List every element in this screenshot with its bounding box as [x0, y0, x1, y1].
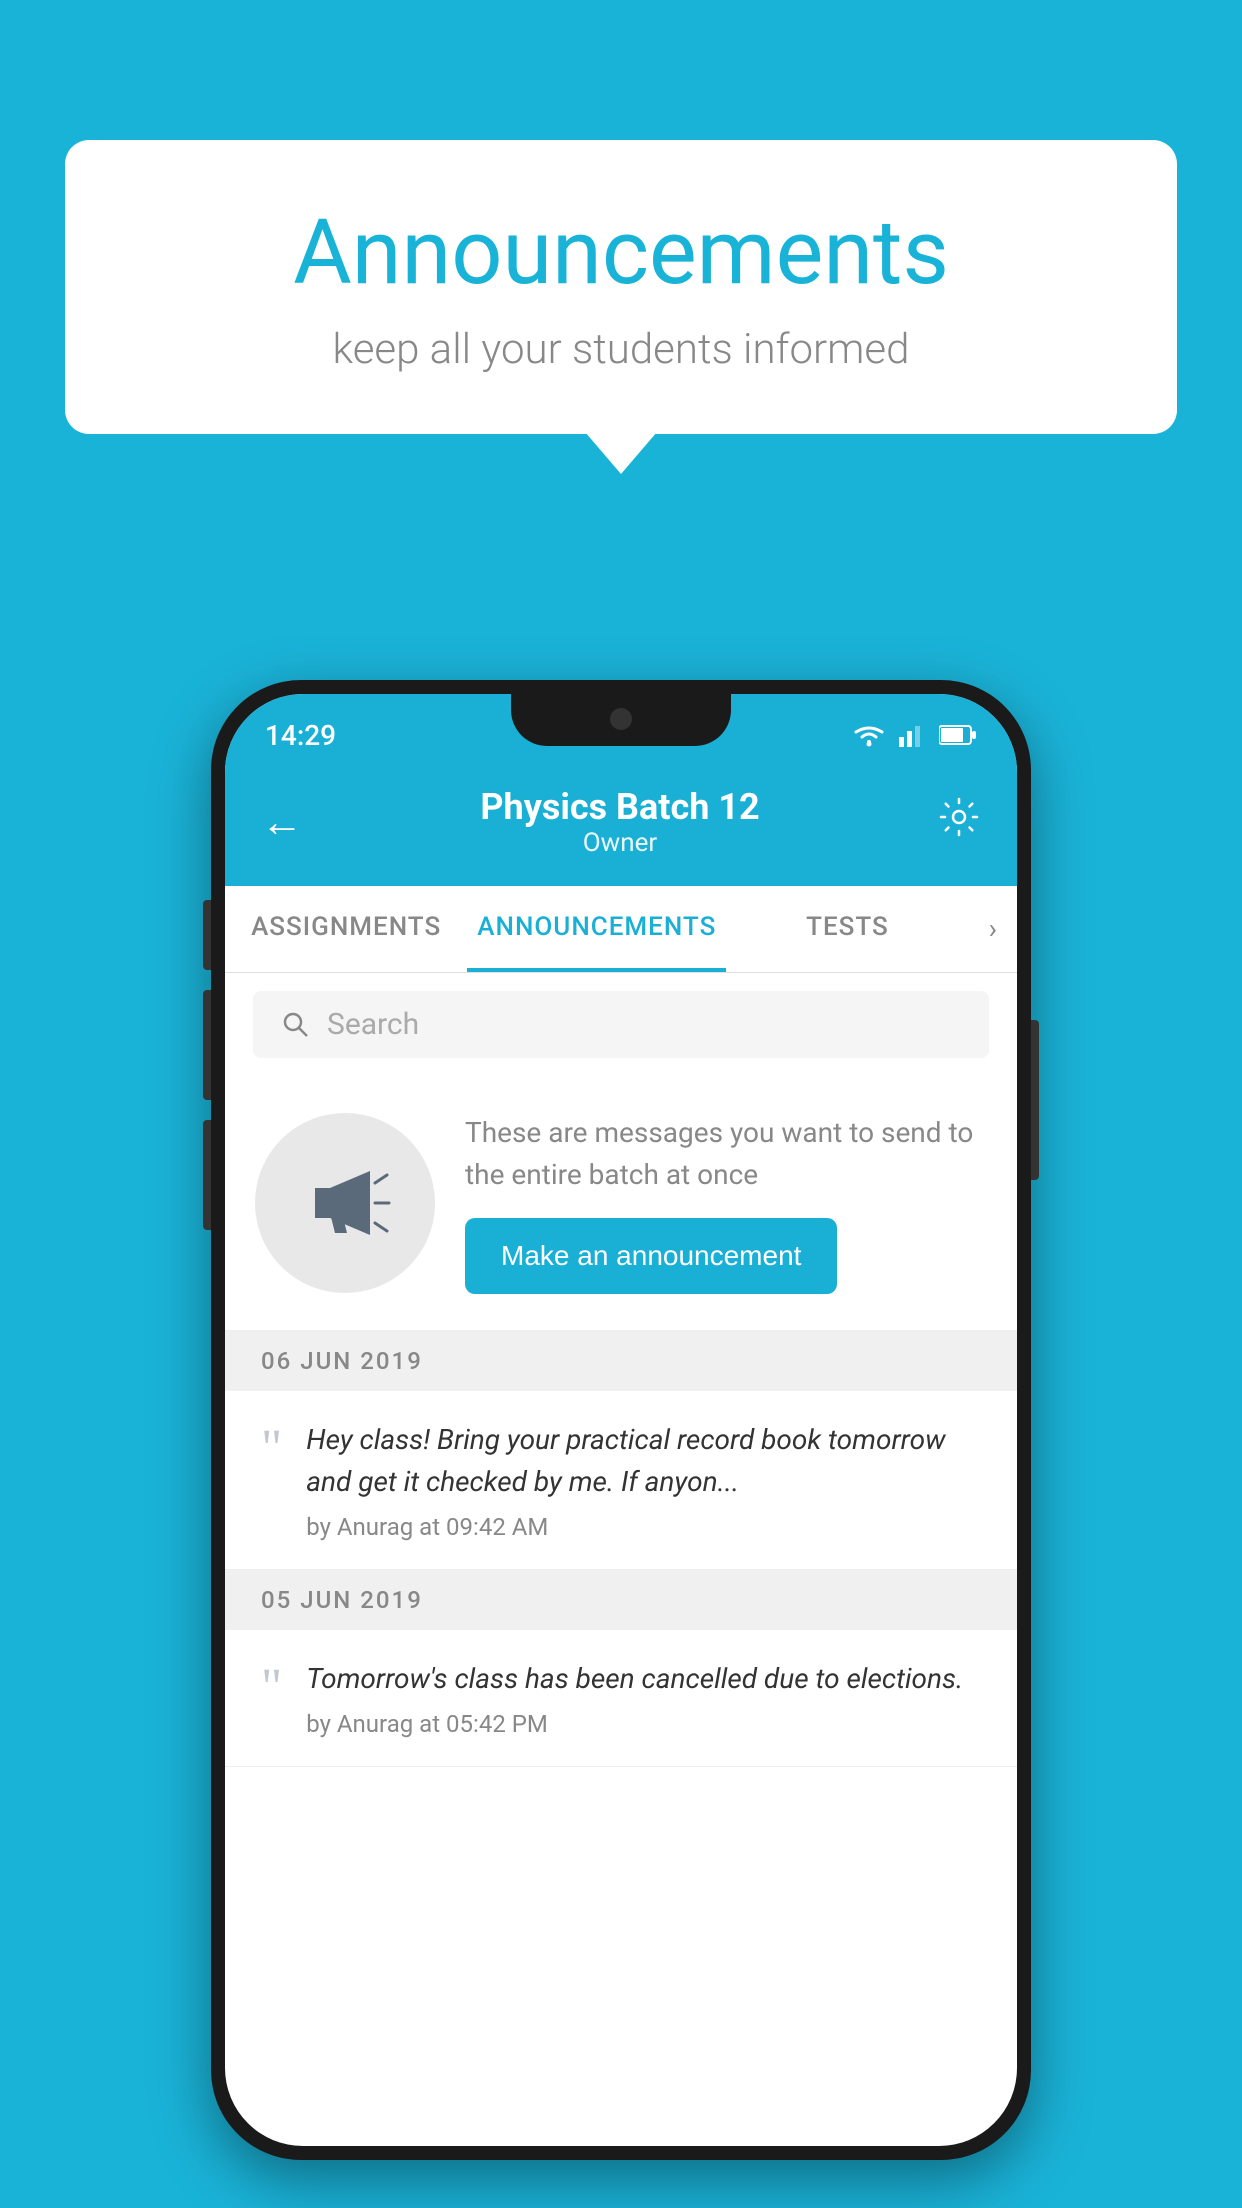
owner-label: Owner	[480, 828, 759, 858]
tabs-bar: ASSIGNMENTS ANNOUNCEMENTS TESTS ›	[225, 886, 1017, 973]
back-button[interactable]: ←	[261, 798, 303, 847]
status-icons	[851, 722, 977, 748]
tab-more-button[interactable]: ›	[969, 886, 1017, 972]
signal-icon	[899, 723, 927, 747]
quote-icon-1: "	[261, 1423, 282, 1475]
search-container: Search	[225, 973, 1017, 1076]
make-announcement-button[interactable]: Make an announcement	[465, 1218, 837, 1294]
promo-content: These are messages you want to send to t…	[465, 1112, 987, 1294]
phone-mockup: 14:29	[211, 680, 1031, 2160]
promo-section: These are messages you want to send to t…	[225, 1076, 1017, 1331]
announcement-content-2: Tomorrow's class has been cancelled due …	[306, 1658, 981, 1738]
announcement-item-1[interactable]: " Hey class! Bring your practical record…	[225, 1391, 1017, 1570]
bubble-subtitle: keep all your students informed	[145, 325, 1097, 374]
side-button-power	[1031, 1020, 1039, 1180]
header-title-group: Physics Batch 12 Owner	[480, 786, 759, 858]
date-separator-2: 05 JUN 2019	[225, 1570, 1017, 1630]
phone-notch	[511, 694, 731, 746]
search-icon	[281, 1010, 311, 1040]
gear-icon	[937, 795, 981, 839]
megaphone-icon	[295, 1153, 395, 1253]
status-time: 14:29	[265, 719, 336, 752]
quote-icon-2: "	[261, 1662, 282, 1714]
side-button-vol-down	[203, 990, 211, 1100]
camera-dot	[610, 708, 632, 730]
search-placeholder: Search	[327, 1007, 419, 1042]
announcement-meta-2: by Anurag at 05:42 PM	[306, 1710, 981, 1738]
speech-bubble-container: Announcements keep all your students inf…	[65, 140, 1177, 434]
tab-assignments[interactable]: ASSIGNMENTS	[225, 886, 467, 972]
announcement-text-2: Tomorrow's class has been cancelled due …	[306, 1658, 981, 1700]
batch-title: Physics Batch 12	[480, 786, 759, 828]
date-separator-1: 06 JUN 2019	[225, 1331, 1017, 1391]
side-button-vol-up	[203, 900, 211, 970]
tab-tests[interactable]: TESTS	[726, 886, 968, 972]
announcement-text-1: Hey class! Bring your practical record b…	[306, 1419, 981, 1503]
speech-bubble: Announcements keep all your students inf…	[65, 140, 1177, 434]
announcement-content-1: Hey class! Bring your practical record b…	[306, 1419, 981, 1541]
settings-button[interactable]	[937, 795, 981, 849]
battery-icon	[939, 724, 977, 746]
tab-announcements[interactable]: ANNOUNCEMENTS	[467, 886, 726, 972]
search-bar[interactable]: Search	[253, 991, 989, 1058]
app-header: ← Physics Batch 12 Owner	[225, 766, 1017, 886]
promo-icon-circle	[255, 1113, 435, 1293]
promo-description: These are messages you want to send to t…	[465, 1112, 987, 1196]
announcement-item-2[interactable]: " Tomorrow's class has been cancelled du…	[225, 1630, 1017, 1767]
announcement-meta-1: by Anurag at 09:42 AM	[306, 1513, 981, 1541]
bubble-title: Announcements	[145, 200, 1097, 305]
phone-screen: 14:29	[225, 694, 1017, 2146]
wifi-icon	[851, 722, 887, 748]
side-button-vol-down2	[203, 1120, 211, 1230]
